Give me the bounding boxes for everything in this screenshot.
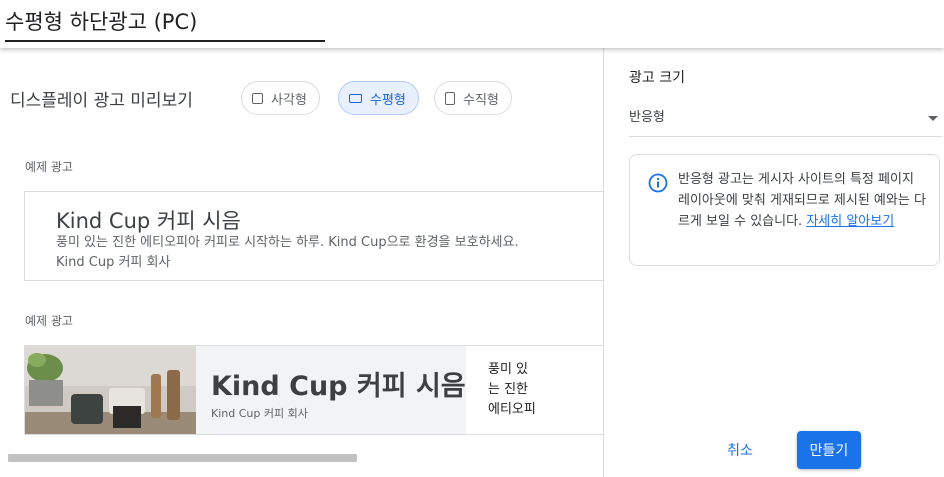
example-label: 예제 광고 bbox=[25, 314, 73, 328]
info-text-block: 반응형 광고는 게시자 사이트의 특정 페이지 레이아웃에 맞춰 게재되므로 제… bbox=[678, 169, 928, 232]
example-ad-text: Kind Cup 커피 시음 풍미 있는 진한 에티오피아 커피로 시작하는 하… bbox=[24, 191, 603, 281]
horizontal-shape-icon bbox=[349, 93, 362, 103]
ad-side-text: 풍미 있는 진한 에티오피아 커피로 시작하는 하루 bbox=[488, 362, 536, 417]
example-ad-image: Kind Cup 커피 시음 Kind Cup 커피 회사 풍미 있는 진한 에… bbox=[24, 345, 603, 435]
settings-panel: 광고 크기 반응형 반응형 광고는 게시자 사이트의 특정 페이지 레이아웃에 … bbox=[603, 48, 944, 477]
ad-size-label: 광고 크기 bbox=[629, 70, 685, 86]
example-label: 예제 광고 bbox=[25, 160, 73, 174]
chip-label: 사각형 bbox=[271, 92, 307, 108]
preview-panel: 디스플레이 광고 미리보기 사각형 수평형 수직형 예제 광고 Kind Cup… bbox=[0, 48, 603, 477]
horizontal-scrollbar[interactable] bbox=[8, 454, 357, 462]
ad-name-input[interactable]: 수평형 하단광고 (PC) bbox=[5, 6, 325, 42]
ad-headline-block: Kind Cup 커피 시음 Kind Cup 커피 회사 bbox=[196, 346, 466, 434]
cancel-button[interactable]: 취소 bbox=[714, 433, 766, 467]
preview-title: 디스플레이 광고 미리보기 bbox=[10, 91, 193, 111]
ad-size-value: 반응형 bbox=[629, 110, 665, 125]
info-box: 반응형 광고는 게시자 사이트의 특정 페이지 레이아웃에 맞춰 게재되므로 제… bbox=[629, 154, 940, 266]
dropdown-arrow-icon bbox=[928, 116, 938, 121]
square-shape-icon bbox=[252, 92, 263, 104]
ad-headline: Kind Cup 커피 시음 bbox=[211, 371, 466, 402]
ad-size-select[interactable]: 반응형 bbox=[629, 104, 942, 137]
ad-brand: Kind Cup 커피 회사 bbox=[211, 407, 308, 420]
learn-more-link[interactable]: 자세히 알아보기 bbox=[806, 214, 894, 229]
coffee-photo bbox=[25, 346, 196, 434]
ad-description: 풍미 있는 진한 에티오피아 커피로 시작하는 하루. Kind Cup으로 환… bbox=[56, 235, 519, 270]
chip-vertical[interactable]: 수직형 bbox=[434, 81, 512, 115]
top-bar: 수평형 하단광고 (PC) bbox=[0, 0, 944, 48]
chip-horizontal[interactable]: 수평형 bbox=[338, 81, 419, 115]
chip-label: 수직형 bbox=[463, 92, 499, 108]
chip-label: 수평형 bbox=[370, 92, 406, 108]
info-icon bbox=[648, 173, 668, 193]
chip-square[interactable]: 사각형 bbox=[241, 81, 320, 115]
create-button[interactable]: 만들기 bbox=[797, 431, 861, 469]
vertical-shape-icon bbox=[445, 91, 455, 105]
ad-headline: Kind Cup 커피 시음 bbox=[56, 209, 241, 233]
